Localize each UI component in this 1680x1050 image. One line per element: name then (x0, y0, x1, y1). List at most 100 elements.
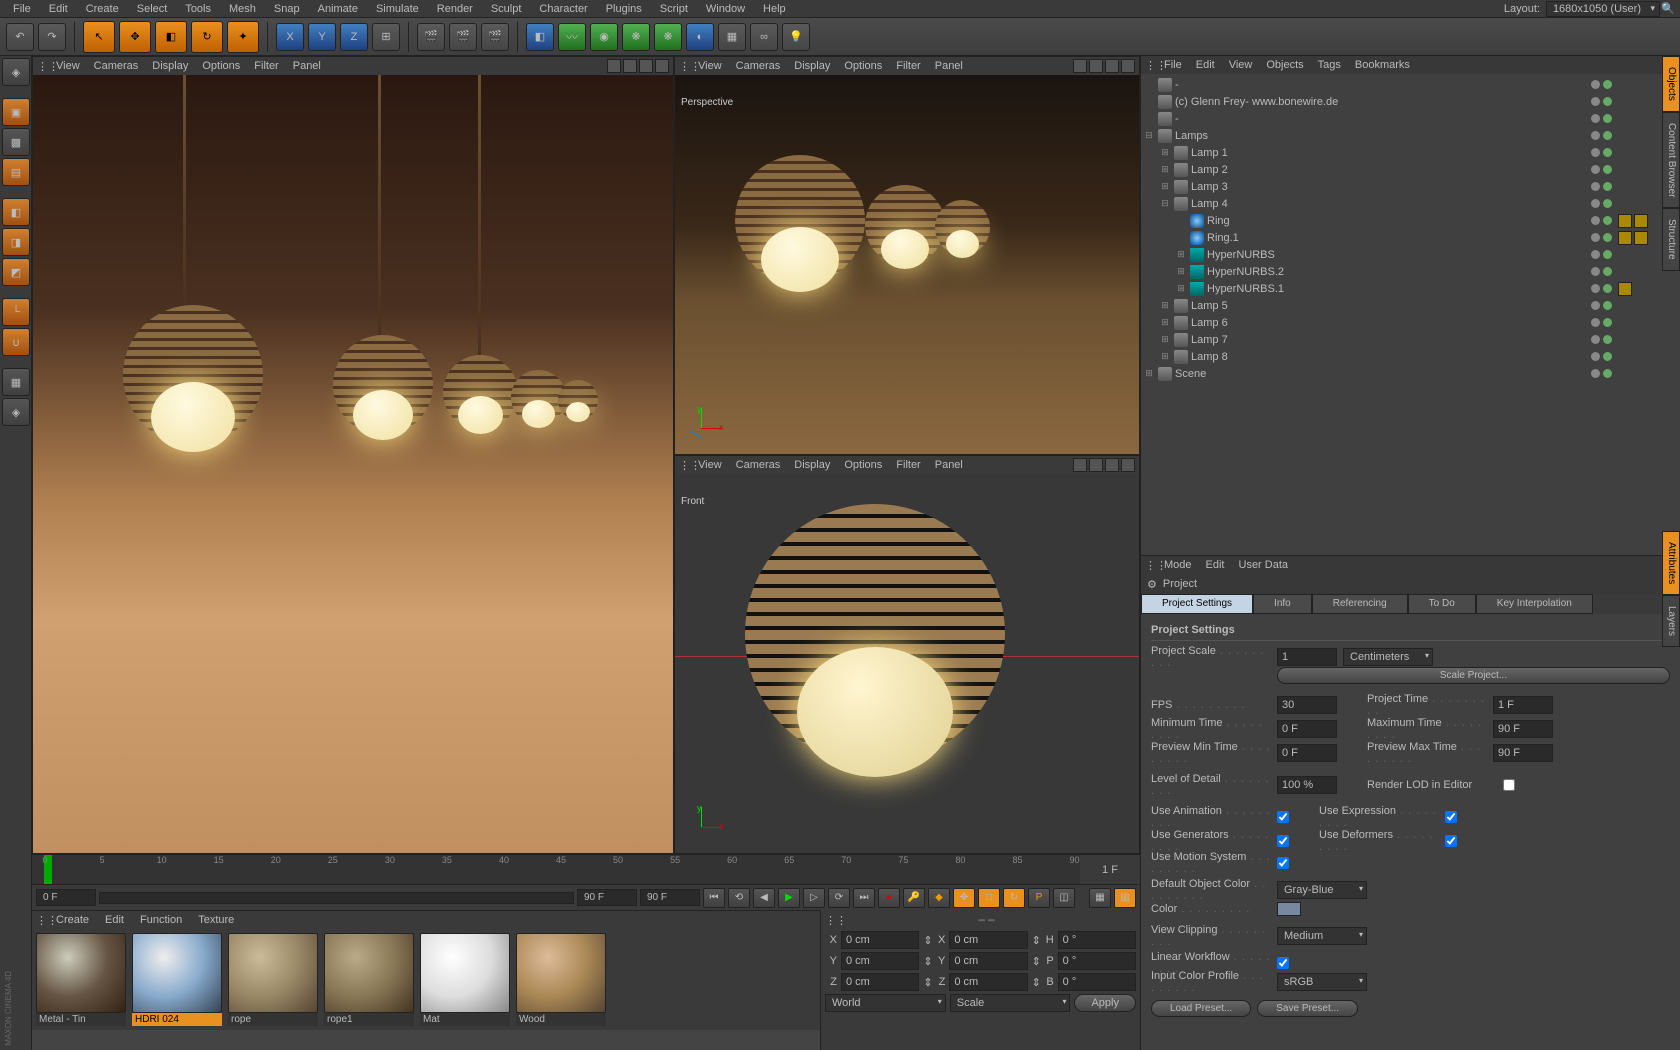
polygon-mode-button[interactable]: ◩ (2, 258, 30, 286)
menu-window[interactable]: Window (697, 3, 754, 15)
rot-h-field[interactable]: 0 ° (1058, 931, 1136, 949)
object-row[interactable]: ⊞HyperNURBS.2 (1143, 263, 1678, 280)
object-row[interactable]: ⊞Lamp 3 (1143, 178, 1678, 195)
menu-animate[interactable]: Animate (309, 3, 367, 15)
side-tab-objects[interactable]: Objects (1662, 56, 1680, 112)
coords-apply-button[interactable]: Apply (1074, 994, 1136, 1012)
tab-project-settings[interactable]: Project Settings (1141, 594, 1253, 614)
viewport-perspective-canvas[interactable]: Perspective xyz (675, 75, 1139, 454)
vp-filter[interactable]: Filter (247, 60, 285, 72)
om-tags[interactable]: Tags (1311, 59, 1348, 71)
om-objects[interactable]: Objects (1259, 59, 1310, 71)
vp-nav-icon[interactable] (655, 59, 669, 73)
size-x-field[interactable]: 0 cm (949, 931, 1027, 949)
lod-field[interactable]: 100 % (1277, 776, 1337, 794)
primitive-button[interactable]: ◧ (526, 23, 554, 51)
tab-key-interp[interactable]: Key Interpolation (1476, 594, 1593, 614)
light-button[interactable]: ∞ (750, 23, 778, 51)
menu-snap[interactable]: Snap (265, 3, 309, 15)
tab-todo[interactable]: To Do (1408, 594, 1476, 614)
render-picture-button[interactable]: 🎬 (449, 23, 477, 51)
side-tab-attributes[interactable]: Attributes (1662, 531, 1680, 595)
menu-character[interactable]: Character (530, 3, 596, 15)
viewport-solo2-button[interactable]: ◈ (2, 398, 30, 426)
scale-tool[interactable]: ◧ (155, 21, 187, 53)
vp-nav-icon[interactable] (623, 59, 637, 73)
tab-referencing[interactable]: Referencing (1312, 594, 1408, 614)
search-icon[interactable]: 🔍 (1660, 2, 1676, 15)
range-start-field[interactable]: 0 F (36, 889, 96, 906)
environment-button[interactable]: ◐ (686, 23, 714, 51)
object-row[interactable]: ⊞Lamp 5 (1143, 297, 1678, 314)
range-end2-field[interactable]: 90 F (640, 889, 700, 906)
preview-min-field[interactable]: 0 F (1277, 744, 1337, 762)
am-mode[interactable]: Mode (1157, 559, 1199, 571)
goto-end-button[interactable]: ⏭ (853, 888, 875, 908)
spline-button[interactable]: 〰 (558, 23, 586, 51)
range-end-field[interactable]: 90 F (577, 889, 637, 906)
pos-z-field[interactable]: 0 cm (841, 973, 919, 991)
side-tab-structure[interactable]: Structure (1662, 208, 1680, 271)
render-lod-checkbox[interactable] (1503, 779, 1515, 791)
vp-panel[interactable]: Panel (286, 60, 328, 72)
object-row[interactable]: ⊞Lamp 2 (1143, 161, 1678, 178)
move-tool[interactable]: ✥ (119, 21, 151, 53)
object-row[interactable]: ⊞HyperNURBS (1143, 246, 1678, 263)
menu-create[interactable]: Create (77, 3, 128, 15)
size-z-field[interactable]: 0 cm (949, 973, 1027, 991)
timeline[interactable]: 051015202530354045505560657075808590 1 F (32, 854, 1140, 884)
menu-simulate[interactable]: Simulate (367, 3, 428, 15)
rot-key-button[interactable]: ↻ (1003, 888, 1025, 908)
material-item[interactable]: rope1 (324, 933, 414, 1026)
mat-create[interactable]: Create (48, 914, 97, 926)
layout-dropdown[interactable]: 1680x1050 (User) (1546, 1, 1660, 17)
menu-select[interactable]: Select (128, 3, 177, 15)
save-preset-button[interactable]: Save Preset... (1257, 1000, 1358, 1017)
side-tab-content[interactable]: Content Browser (1662, 112, 1680, 208)
am-edit[interactable]: Edit (1199, 559, 1232, 571)
vp-cameras[interactable]: Cameras (87, 60, 146, 72)
menu-help[interactable]: Help (754, 3, 795, 15)
last-tool[interactable]: ✦ (227, 21, 259, 53)
viewport-main-canvas[interactable] (33, 75, 673, 853)
point-mode-button[interactable]: ◧ (2, 198, 30, 226)
om-bookmarks[interactable]: Bookmarks (1348, 59, 1417, 71)
y-axis-lock[interactable]: Y (308, 23, 336, 51)
menu-script[interactable]: Script (651, 3, 697, 15)
object-row[interactable]: (c) Glenn Frey- www.bonewire.de (1143, 93, 1678, 110)
layout1-button[interactable]: ▦ (1089, 888, 1111, 908)
object-row[interactable]: ⊞Lamp 1 (1143, 144, 1678, 161)
prev-frame-button[interactable]: ◀ (753, 888, 775, 908)
x-axis-lock[interactable]: X (276, 23, 304, 51)
object-row[interactable]: ⊞Scene (1143, 365, 1678, 382)
view-clipping-dd[interactable]: Medium (1277, 927, 1367, 945)
nurbs-button[interactable]: ◉ (590, 23, 618, 51)
menu-plugins[interactable]: Plugins (597, 3, 651, 15)
tab-info[interactable]: Info (1253, 594, 1312, 614)
goto-start-button[interactable]: ⏮ (703, 888, 725, 908)
layout2-button[interactable]: ▥ (1114, 888, 1136, 908)
default-obj-color-dd[interactable]: Gray-Blue (1277, 881, 1367, 899)
project-scale-unit-dd[interactable]: Centimeters (1343, 648, 1433, 666)
viewport-solo-button[interactable]: ▦ (2, 368, 30, 396)
load-preset-button[interactable]: Load Preset... (1151, 1000, 1251, 1017)
model-mode-button[interactable]: ▣ (2, 98, 30, 126)
use-motion-checkbox[interactable] (1277, 857, 1289, 869)
pos-x-field[interactable]: 0 cm (841, 931, 919, 949)
vp-options[interactable]: Options (195, 60, 247, 72)
vp-view[interactable]: View (49, 60, 87, 72)
render-view-button[interactable]: 🎬 (417, 23, 445, 51)
menu-file[interactable]: File (4, 3, 40, 15)
material-item[interactable]: Wood (516, 933, 606, 1026)
object-row[interactable]: ⊞Lamp 7 (1143, 331, 1678, 348)
object-row[interactable]: ⊞HyperNURBS.1 (1143, 280, 1678, 297)
rot-p-field[interactable]: 0 ° (1058, 952, 1136, 970)
material-item[interactable]: rope (228, 933, 318, 1026)
pos-key-button[interactable]: ✥ (953, 888, 975, 908)
object-row[interactable]: ⊞Lamp 6 (1143, 314, 1678, 331)
coords-scale-dd[interactable]: Scale (950, 994, 1071, 1012)
bulb-button[interactable]: 💡 (782, 23, 810, 51)
vp-nav-icon[interactable] (607, 59, 621, 73)
mat-function[interactable]: Function (132, 914, 190, 926)
project-time-field[interactable]: 1 F (1493, 696, 1553, 714)
